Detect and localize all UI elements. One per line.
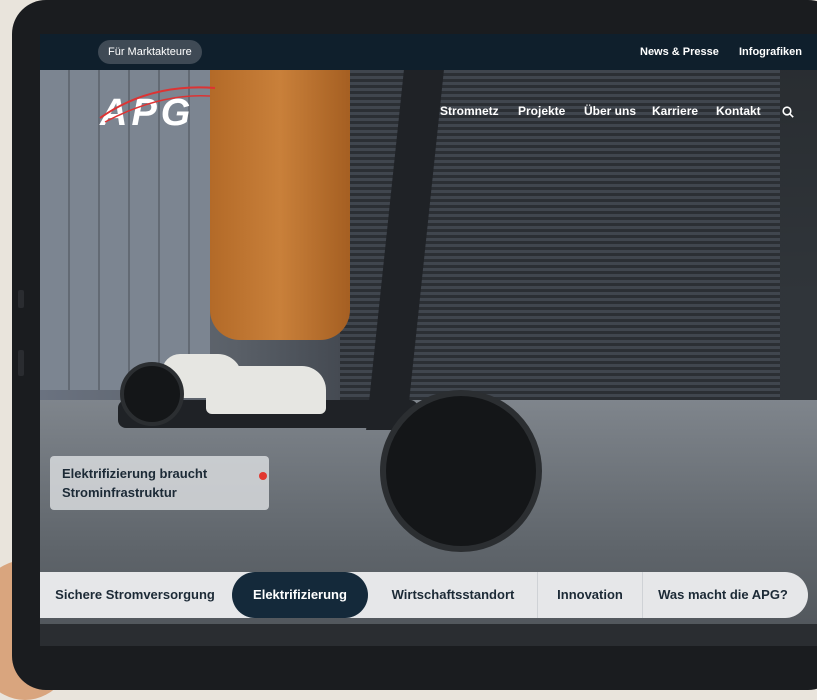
tab-elektrifizierung[interactable]: Elektrifizierung [232,572,368,618]
tab-innovation[interactable]: Innovation [538,572,642,618]
tab-wirtschaftsstandort[interactable]: Wirtschaftsstandort [370,572,536,618]
search-icon[interactable] [782,106,794,118]
infografiken-link[interactable]: Infografiken [739,34,802,70]
scooter-front-wheel [380,390,542,552]
hotspot-dot[interactable] [259,472,267,480]
tab-sichere-stromversorgung[interactable]: Sichere Stromversorgung [40,572,230,618]
nav-stromnetz[interactable]: Stromnetz [440,104,499,118]
nav-karriere[interactable]: Karriere [652,104,698,118]
hero-caption: Elektrifizierung braucht Strominfrastruk… [50,456,269,510]
nav-projekte[interactable]: Projekte [518,104,565,118]
bottom-band [40,624,817,646]
scooter-rear-wheel [120,362,184,426]
rider-legs [210,70,350,340]
tab-was-macht-die-apg[interactable]: Was macht die APG? [643,572,803,618]
topic-tabs: Sichere Stromversorgung Elektrifizierung… [40,572,808,618]
nav-kontakt[interactable]: Kontakt [716,104,761,118]
side-button [18,350,24,376]
nav-ueber-uns[interactable]: Über uns [584,104,636,118]
apg-logo[interactable]: APG [99,86,216,135]
side-button [18,290,24,308]
marktakteure-button[interactable]: Für Marktakteure [98,40,202,64]
hero-image: Elektrifizierung braucht Strominfrastruk… [40,70,817,646]
shoe-right [206,366,326,414]
news-presse-link[interactable]: News & Presse [640,34,719,70]
top-bar: Für Marktakteure News & Presse Infografi… [40,34,817,70]
logo-swoosh-icon [99,86,216,123]
website-screen: Für Marktakteure News & Presse Infografi… [40,34,817,646]
